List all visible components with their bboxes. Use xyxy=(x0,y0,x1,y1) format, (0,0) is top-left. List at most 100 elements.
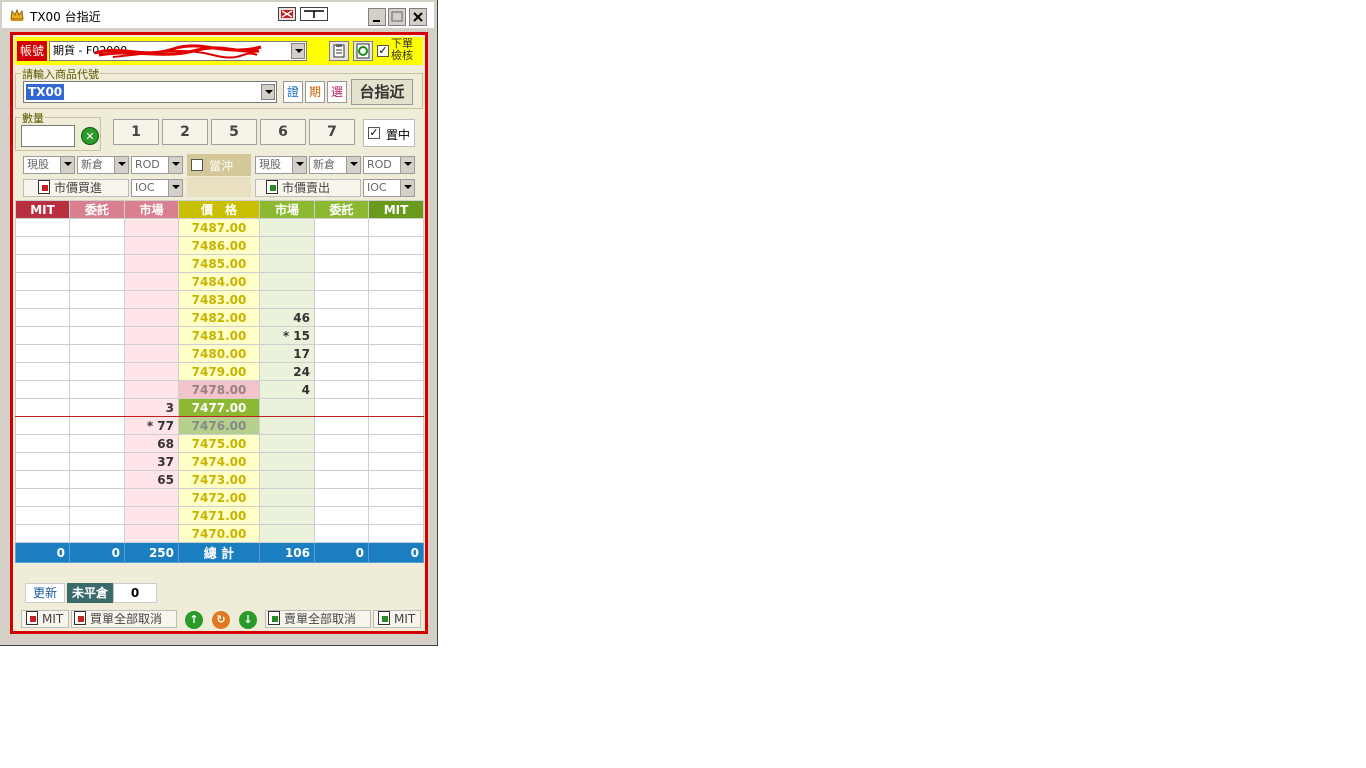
sell-order-cell[interactable] xyxy=(314,380,369,399)
buy-market-cell[interactable] xyxy=(124,326,179,345)
buy-order-cell[interactable] xyxy=(69,326,125,345)
chevron-down-icon[interactable] xyxy=(114,157,128,173)
buy-market-cell[interactable] xyxy=(124,254,179,273)
sell-market-cell[interactable] xyxy=(259,398,315,417)
qty-preset-2[interactable]: 2 xyxy=(162,119,208,145)
ladder-row[interactable]: 7482.00 46 xyxy=(15,308,424,327)
price-cell[interactable]: 7470.00 xyxy=(178,524,260,543)
ladder-row[interactable]: 7484.00 xyxy=(15,272,424,291)
chevron-down-icon[interactable] xyxy=(346,157,360,173)
price-cell[interactable]: 7487.00 xyxy=(178,218,260,237)
sell-market-tif-select[interactable]: IOC xyxy=(363,179,415,197)
sell-mit-cell[interactable] xyxy=(368,308,424,327)
sell-market-cell[interactable] xyxy=(259,470,315,489)
sell-market-cell[interactable] xyxy=(259,434,315,453)
sell-mit-cell[interactable] xyxy=(368,398,424,417)
sell-market-cell[interactable] xyxy=(259,488,315,507)
sell-mit-cell[interactable] xyxy=(368,488,424,507)
sell-tif-select[interactable]: ROD xyxy=(363,156,415,174)
refresh-icon[interactable] xyxy=(353,41,373,61)
buy-mit-cell[interactable] xyxy=(15,416,70,435)
ladder-row[interactable]: 7481.00 * 15 xyxy=(15,326,424,345)
chevron-down-icon[interactable] xyxy=(292,157,306,173)
buy-mit-cell[interactable] xyxy=(15,524,70,543)
sell-mit-cell[interactable] xyxy=(368,470,424,489)
sell-market-cell[interactable] xyxy=(259,524,315,543)
ladder-row[interactable]: 7487.00 xyxy=(15,218,424,237)
buy-order-cell[interactable] xyxy=(69,452,125,471)
quantity-input[interactable] xyxy=(21,125,75,147)
price-cell[interactable]: 7472.00 xyxy=(178,488,260,507)
sell-order-cell[interactable] xyxy=(314,344,369,363)
sell-type-select[interactable]: 現股 xyxy=(255,156,307,174)
chevron-down-icon[interactable] xyxy=(168,157,182,173)
sell-market-cell[interactable] xyxy=(259,218,315,237)
price-cell[interactable]: 7480.00 xyxy=(178,344,260,363)
buy-mit-cell[interactable] xyxy=(15,380,70,399)
sell-order-cell[interactable] xyxy=(314,488,369,507)
qty-preset-6[interactable]: 6 xyxy=(260,119,306,145)
buy-order-cell[interactable] xyxy=(69,524,125,543)
ladder-row[interactable]: 65 7473.00 xyxy=(15,470,424,489)
sell-cancel-all-button[interactable]: 賣單全部取消 xyxy=(265,610,371,628)
buy-mit-cell[interactable] xyxy=(15,452,70,471)
sell-order-cell[interactable] xyxy=(314,236,369,255)
title-bar[interactable]: TX00 台指近 xyxy=(2,2,434,28)
buy-mit-cell[interactable] xyxy=(15,272,70,291)
buy-order-cell[interactable] xyxy=(69,506,125,525)
buy-mit-cell[interactable] xyxy=(15,254,70,273)
buy-order-cell[interactable] xyxy=(69,236,125,255)
buy-type-select[interactable]: 現股 xyxy=(23,156,75,174)
buy-position-select[interactable]: 新倉 xyxy=(77,156,129,174)
ladder-row[interactable]: 7470.00 xyxy=(15,524,424,543)
sell-order-cell[interactable] xyxy=(314,434,369,453)
pin-icon[interactable] xyxy=(300,7,328,21)
qty-preset-7[interactable]: 7 xyxy=(309,119,355,145)
price-cell[interactable]: 7481.00 xyxy=(178,326,260,345)
qty-preset-1[interactable]: 1 xyxy=(113,119,159,145)
price-cell[interactable]: 7474.00 xyxy=(178,452,260,471)
center-checkbox[interactable]: ✓ xyxy=(368,127,380,139)
buy-mit-cell[interactable] xyxy=(15,434,70,453)
buy-market-cell[interactable]: 37 xyxy=(124,452,179,471)
buy-order-cell[interactable] xyxy=(69,380,125,399)
buy-market-cell[interactable] xyxy=(124,272,179,291)
flag-icon[interactable] xyxy=(278,7,296,21)
sell-order-cell[interactable] xyxy=(314,506,369,525)
sell-mit-cell[interactable] xyxy=(368,236,424,255)
ladder-row[interactable]: 7480.00 17 xyxy=(15,344,424,363)
buy-mit-cell[interactable] xyxy=(15,218,70,237)
sell-order-cell[interactable] xyxy=(314,272,369,291)
price-cell[interactable]: 7476.00 xyxy=(178,416,260,435)
ladder-row[interactable]: 7483.00 xyxy=(15,290,424,309)
sell-market-cell[interactable]: 4 xyxy=(259,380,315,399)
buy-order-cell[interactable] xyxy=(69,290,125,309)
price-cell[interactable]: 7484.00 xyxy=(178,272,260,291)
price-cell[interactable]: 7477.00 xyxy=(178,398,260,417)
buy-market-cell[interactable] xyxy=(124,488,179,507)
sell-mit-cell[interactable] xyxy=(368,272,424,291)
stock-button[interactable]: 證 xyxy=(283,81,303,103)
buy-market-cell[interactable] xyxy=(124,236,179,255)
sell-order-cell[interactable] xyxy=(314,416,369,435)
chevron-down-icon[interactable] xyxy=(291,43,305,59)
buy-mit-cell[interactable] xyxy=(15,344,70,363)
price-cell[interactable]: 7473.00 xyxy=(178,470,260,489)
sell-market-cell[interactable] xyxy=(259,254,315,273)
buy-mit-cell[interactable] xyxy=(15,308,70,327)
sell-order-cell[interactable] xyxy=(314,398,369,417)
buy-market-cell[interactable] xyxy=(124,362,179,381)
market-sell-button[interactable]: 市價賣出 xyxy=(255,179,361,197)
sell-mit-cell[interactable] xyxy=(368,434,424,453)
chevron-down-icon[interactable] xyxy=(60,157,74,173)
price-cell[interactable]: 7483.00 xyxy=(178,290,260,309)
sell-mit-cell[interactable] xyxy=(368,416,424,435)
sell-mit-cell[interactable] xyxy=(368,290,424,309)
buy-market-cell[interactable] xyxy=(124,344,179,363)
sell-order-cell[interactable] xyxy=(314,470,369,489)
sell-mit-cell[interactable] xyxy=(368,506,424,525)
buy-market-cell[interactable] xyxy=(124,290,179,309)
buy-mit-cell[interactable] xyxy=(15,470,70,489)
sell-mit-cell[interactable] xyxy=(368,254,424,273)
sell-order-cell[interactable] xyxy=(314,452,369,471)
